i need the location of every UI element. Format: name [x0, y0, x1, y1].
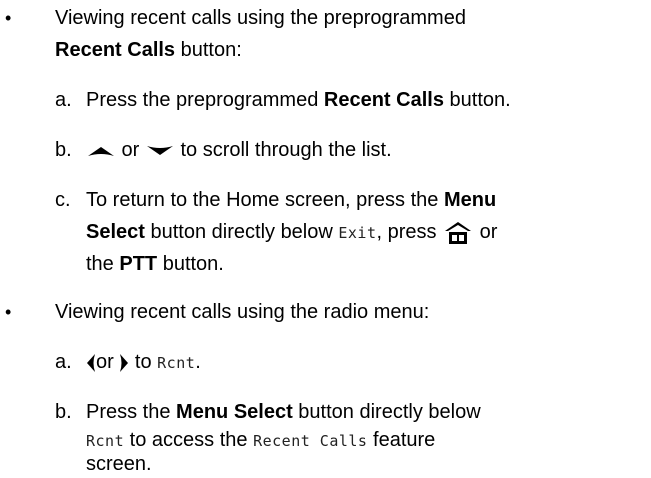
step-1c-line2: Select button directly below Exit, press… — [86, 221, 498, 244]
step-text: or to scroll through the list. — [86, 136, 392, 164]
intro-text: Viewing recent calls using the preprogra… — [55, 7, 466, 29]
intro-line-2: Viewing recent calls using the radio men… — [55, 301, 430, 323]
left-arrow-icon — [87, 353, 95, 372]
step-letter: a. — [55, 89, 72, 111]
bullet: • — [5, 302, 12, 322]
step-2b-line3: screen. — [86, 453, 152, 475]
bullet: • — [5, 8, 12, 28]
up-arrow-icon — [88, 146, 114, 156]
lcd-recent-calls: Recent Calls — [253, 432, 368, 450]
recent-calls-button-name: Recent Calls — [55, 39, 176, 61]
step-text-line1: Press the Menu Select button directly be… — [86, 401, 481, 423]
ptt-button-name: PTT — [119, 253, 158, 275]
intro-suffix: button: — [175, 39, 242, 61]
step-letter: a. — [55, 351, 72, 373]
step-1c-line3: the PTT button. — [86, 253, 224, 275]
step-text: Press the preprogrammed Recent Calls but… — [86, 89, 511, 111]
down-arrow-icon — [146, 145, 173, 155]
step-letter: b. — [55, 401, 72, 423]
intro-line-1b: Recent Calls button: — [55, 36, 242, 64]
intro-line-1: Viewing recent calls using the preprogra… — [55, 4, 466, 32]
lcd-rcnt: Rcnt — [86, 432, 125, 450]
step-text: or to Rcnt. — [86, 348, 201, 377]
lcd-rcnt: Rcnt — [157, 354, 196, 372]
right-arrow-icon — [120, 353, 129, 372]
home-icon — [445, 221, 472, 244]
step-text-line1: To return to the Home screen, press the … — [86, 189, 497, 211]
step-letter: c. — [55, 189, 71, 211]
lcd-exit: Exit — [338, 224, 377, 242]
step-letter: b. — [55, 139, 72, 161]
